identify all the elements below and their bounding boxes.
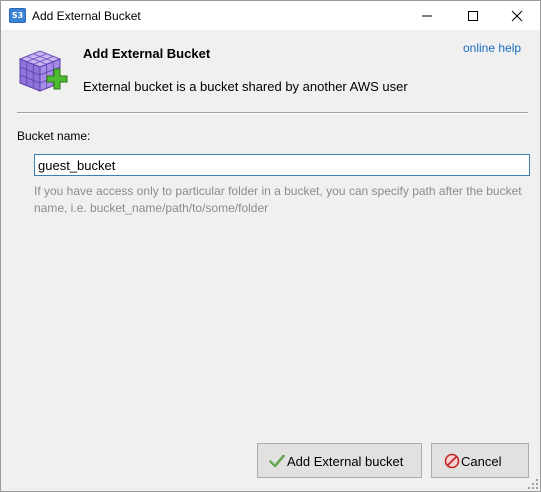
maximize-button[interactable] [450, 1, 496, 30]
close-button[interactable] [494, 1, 540, 30]
maximize-icon [468, 11, 478, 21]
title-bar[interactable]: S3 Add External Bucket [1, 1, 540, 30]
header-divider [17, 112, 528, 114]
add-external-bucket-button[interactable]: Add External bucket [257, 443, 422, 478]
cancel-button[interactable]: Cancel [431, 443, 529, 478]
app-icon: S3 [9, 8, 26, 23]
window-title: Add External Bucket [32, 9, 141, 23]
cube-add-icon [18, 50, 68, 92]
online-help-link[interactable]: online help [463, 41, 521, 55]
minimize-button[interactable] [404, 1, 450, 30]
cancel-label: Cancel [461, 454, 502, 469]
cancel-icon [444, 453, 460, 469]
close-icon [511, 10, 523, 22]
dialog-window: S3 Add External Bucket Add External Buck… [0, 0, 541, 492]
header-description: External bucket is a bucket shared by an… [83, 79, 408, 94]
bucket-name-label: Bucket name: [17, 129, 91, 143]
add-external-bucket-label: Add External bucket [287, 454, 404, 469]
bucket-name-input[interactable] [34, 154, 530, 176]
resize-grip-icon[interactable] [527, 478, 539, 490]
checkmark-icon [269, 454, 285, 468]
bucket-name-hint: If you have access only to particular fo… [34, 184, 522, 215]
header-title: Add External Bucket [83, 46, 211, 61]
minimize-icon [422, 15, 432, 17]
